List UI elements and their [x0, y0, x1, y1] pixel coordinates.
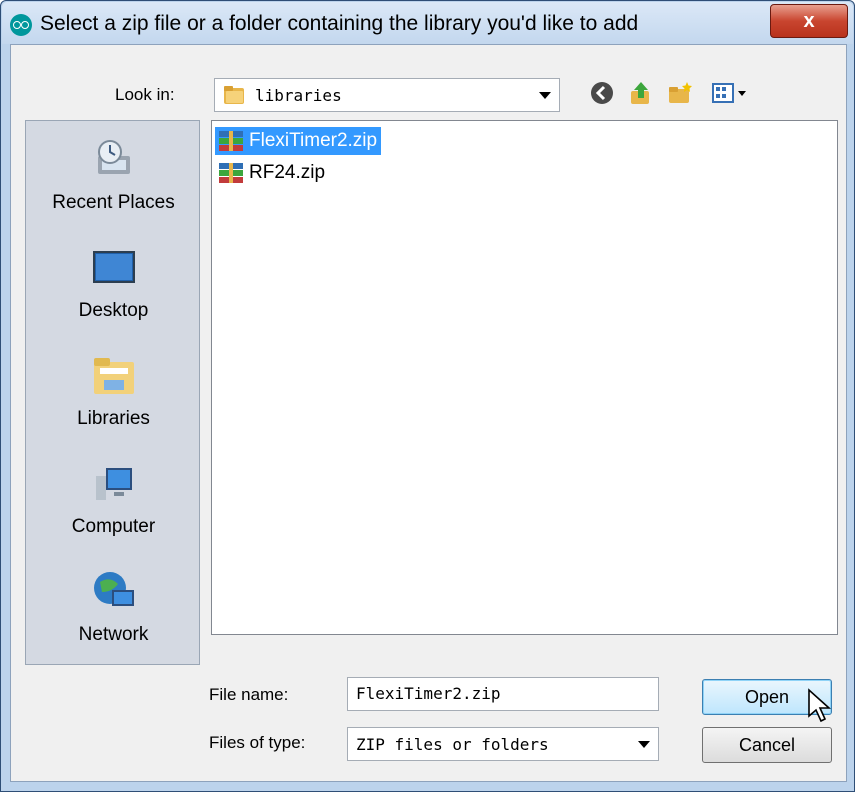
- file-name: RF24.zip: [249, 162, 326, 183]
- mouse-cursor-icon: [808, 688, 832, 723]
- up-folder-icon[interactable]: [628, 80, 654, 106]
- file-type-value: ZIP files or folders: [356, 735, 549, 754]
- place-label: Recent Places: [52, 192, 175, 213]
- look-in-dropdown[interactable]: libraries: [214, 78, 560, 112]
- close-button[interactable]: x: [770, 4, 848, 38]
- place-label: Libraries: [77, 408, 150, 429]
- window-title: Select a zip file or a folder containing…: [40, 12, 639, 35]
- arduino-icon: [10, 14, 32, 36]
- place-computer[interactable]: Computer: [26, 450, 201, 550]
- places-bar: Recent Places Desktop Libraries Computer…: [25, 120, 200, 665]
- desktop-icon: [93, 251, 135, 283]
- place-label: Network: [78, 624, 149, 645]
- file-list[interactable]: FlexiTimer2.zip RF24.zip: [211, 120, 838, 635]
- computer-icon: [96, 468, 132, 500]
- file-item-flexitimer2[interactable]: FlexiTimer2.zip: [215, 127, 382, 155]
- place-libraries[interactable]: Libraries: [26, 342, 201, 442]
- file-name-input[interactable]: FlexiTimer2.zip: [347, 677, 659, 711]
- file-type-dropdown[interactable]: ZIP files or folders: [347, 727, 659, 761]
- chevron-down-icon[interactable]: [539, 92, 551, 99]
- cancel-button[interactable]: Cancel: [702, 727, 832, 763]
- file-item-rf24[interactable]: RF24.zip: [215, 159, 329, 187]
- zip-archive-icon: [219, 163, 243, 183]
- zip-archive-icon: [219, 131, 243, 151]
- chevron-down-icon[interactable]: [638, 741, 650, 748]
- file-name-label: File name:: [209, 685, 289, 704]
- place-recent-places[interactable]: Recent Places: [26, 126, 201, 226]
- recent-places-icon: [98, 140, 130, 174]
- libraries-icon: [94, 358, 134, 394]
- look-in-label: Look in:: [115, 85, 175, 104]
- back-icon[interactable]: [589, 80, 615, 106]
- look-in-value: libraries: [255, 86, 342, 105]
- place-network[interactable]: Network: [26, 558, 201, 658]
- place-label: Computer: [71, 516, 156, 537]
- folder-icon: [224, 86, 244, 104]
- network-icon: [94, 572, 134, 606]
- dialog-body: Look in: libraries Recent Places Desktop…: [10, 44, 847, 782]
- file-name: FlexiTimer2.zip: [249, 130, 378, 151]
- place-desktop[interactable]: Desktop: [26, 234, 201, 334]
- place-label: Desktop: [78, 300, 149, 321]
- file-dialog-window: Select a zip file or a folder containing…: [0, 0, 855, 792]
- file-type-label: Files of type:: [209, 733, 306, 752]
- title-bar[interactable]: Select a zip file or a folder containing…: [2, 2, 853, 44]
- view-menu-icon[interactable]: [711, 80, 751, 106]
- new-folder-icon[interactable]: [667, 80, 693, 106]
